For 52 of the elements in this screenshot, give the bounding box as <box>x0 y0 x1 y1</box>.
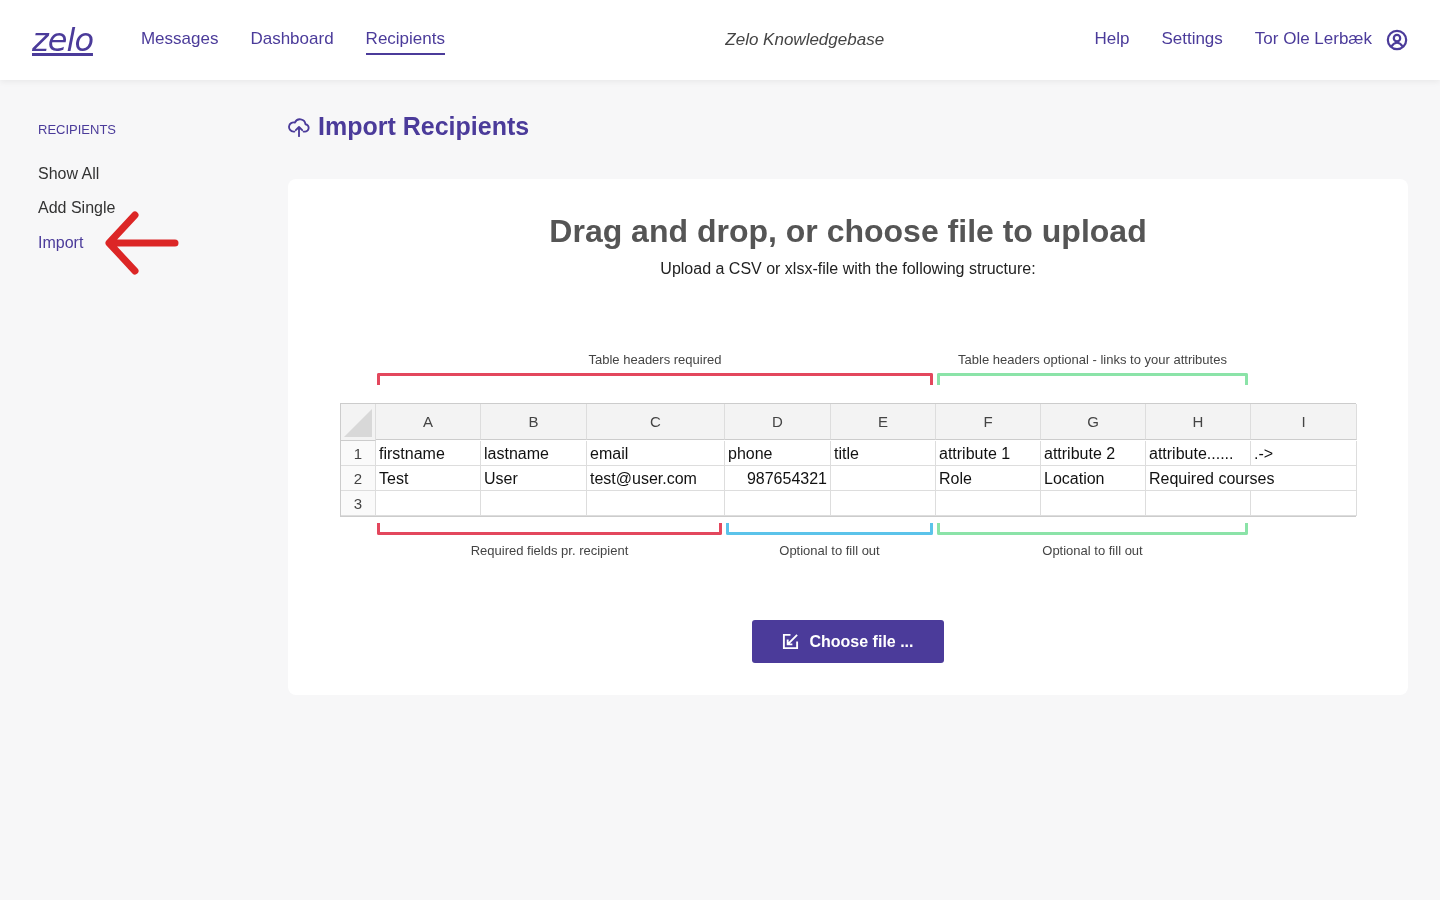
column-header: I <box>1251 404 1357 440</box>
column-header: A <box>376 404 481 440</box>
sheet-cell: .-> <box>1251 441 1357 466</box>
nav-link[interactable]: Messages <box>140 25 219 55</box>
sheet-cell: phone <box>725 441 831 466</box>
user-avatar-icon[interactable] <box>1386 29 1408 51</box>
bracket-label: Optional to fill out <box>778 543 881 558</box>
sheet-cell: lastname <box>481 441 587 466</box>
user-menu-link[interactable]: Tor Ole Lerbæk <box>1254 25 1372 55</box>
bracket-label: Optional to fill out <box>1041 543 1144 558</box>
nav-link[interactable]: Settings <box>1161 25 1223 55</box>
column-header: E <box>831 404 936 440</box>
bracket-label: Table headers required <box>587 352 723 367</box>
sheet-cell: test@user.com <box>587 466 725 491</box>
nav-link[interactable]: Dashboard <box>250 25 334 55</box>
sidebar-link[interactable]: Add Single <box>38 199 116 217</box>
nav-link[interactable]: Help <box>1094 25 1130 55</box>
column-header: H <box>1146 404 1251 440</box>
knowledgebase-link[interactable]: Zelo Knowledgebase <box>725 26 885 55</box>
sheet-cell: attribute 2 <box>1041 441 1146 466</box>
sheet-cell: attribute 1 <box>936 441 1041 466</box>
sheet-cell: Test <box>376 466 481 491</box>
column-header: D <box>725 404 831 440</box>
upload-instructions: Upload a CSV or xlsx-file with the following structure: <box>660 260 1036 278</box>
column-header: F <box>936 404 1041 440</box>
bracket-label: Table headers optional - links to your attributes <box>957 352 1228 367</box>
row-number: 2 <box>341 466 376 491</box>
sheet-cell: title <box>831 441 936 466</box>
logo[interactable]: zelo <box>32 24 93 56</box>
sidebar-link[interactable]: Show All <box>38 165 100 183</box>
cloud-upload-icon <box>288 115 310 138</box>
nav-link[interactable]: Recipients <box>365 25 445 55</box>
sheet-cell: User <box>481 466 587 491</box>
edit-icon <box>782 633 800 650</box>
sheet-cell: firstname <box>376 441 481 466</box>
page-title: Import Recipients <box>318 112 530 141</box>
sheet-cell: email <box>587 441 725 466</box>
sidebar-heading: RECIPIENTS <box>38 122 116 137</box>
column-header: C <box>587 404 725 440</box>
row-number: 3 <box>341 491 376 516</box>
column-header: G <box>1041 404 1146 440</box>
sheet-cell: Location <box>1041 466 1146 491</box>
bracket-label: Required fields pr. recipient <box>469 543 630 558</box>
sheet-cell: Role <box>936 466 1041 491</box>
sheet-cell: attribute...... <box>1146 441 1251 466</box>
sidebar-link[interactable]: Import <box>38 234 84 252</box>
row-number: 1 <box>341 441 376 466</box>
upload-heading: Drag and drop, or choose file to upload <box>549 213 1147 250</box>
column-header: B <box>481 404 587 440</box>
choose-file-button[interactable]: Choose file ... <box>752 620 944 663</box>
sheet-cell: 987654321 <box>725 466 831 491</box>
sheet-cell: Required courses <box>1146 466 1357 491</box>
